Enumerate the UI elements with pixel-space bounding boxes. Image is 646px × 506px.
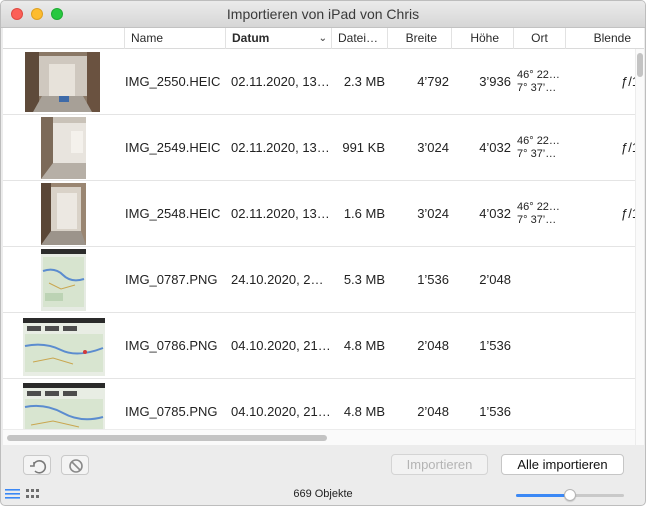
cell-aperture: [621, 313, 635, 379]
column-header-datum[interactable]: Datum ⌄: [225, 28, 331, 49]
vertical-scroll-thumb[interactable]: [637, 53, 643, 77]
cell-location-latitude: 46° 22…: [517, 201, 560, 213]
cell-name: IMG_2550.HEIC: [125, 74, 221, 89]
slider-fill: [516, 494, 570, 497]
table-row[interactable]: IMG_0786.PNG 04.10.2020, 21… 4.8 MB 2’04…: [3, 313, 635, 379]
rotate-left-icon: [30, 460, 47, 474]
cell-name: IMG_2549.HEIC: [125, 140, 221, 155]
cell-aperture: ƒ/1: [621, 140, 635, 155]
import-button[interactable]: Importieren: [391, 454, 488, 475]
cell-height: 3’936: [479, 74, 511, 89]
cell-height: 1’536: [479, 338, 511, 353]
cell-date: 02.11.2020, 13…: [231, 140, 330, 155]
cell-date: 24.10.2020, 2…: [231, 272, 324, 287]
cell-location: [517, 247, 567, 313]
cell-location: 46° 22… 7° 37’…: [517, 181, 567, 247]
cell-size: 4.8 MB: [343, 338, 385, 353]
vertical-scrollbar[interactable]: [635, 49, 644, 445]
table-row[interactable]: IMG_0787.PNG 24.10.2020, 2… 5.3 MB 1’536…: [3, 247, 635, 313]
cell-size: 1.6 MB: [343, 206, 385, 221]
delete-button[interactable]: [61, 455, 89, 475]
column-header-datum-label: Datum: [232, 31, 270, 45]
horizontal-scroll-thumb[interactable]: [7, 435, 327, 441]
cell-location-latitude: 46° 22…: [517, 69, 560, 81]
cell-size: 5.3 MB: [343, 272, 385, 287]
import-window: Importieren von iPad von Chris Name Datu…: [0, 0, 646, 506]
cell-width: 3’024: [417, 140, 449, 155]
horizontal-scrollbar[interactable]: [3, 429, 635, 445]
window-title: Importieren von iPad von Chris: [226, 6, 420, 22]
cell-name: IMG_0786.PNG: [125, 338, 218, 353]
cell-height: 4’032: [479, 140, 511, 155]
column-header-hoehe[interactable]: Höhe: [451, 28, 513, 49]
column-header-dateigroesse[interactable]: Datei…: [331, 28, 387, 49]
column-header-ort[interactable]: Ort: [513, 28, 565, 49]
column-header-blende[interactable]: Blende: [565, 28, 635, 49]
title-bar: Importieren von iPad von Chris: [1, 1, 645, 28]
rotate-button[interactable]: [23, 455, 51, 475]
cell-aperture: ƒ/1: [621, 206, 635, 221]
photo-thumbnail: [41, 183, 86, 245]
photo-thumbnail: [23, 318, 105, 376]
table-row[interactable]: IMG_2550.HEIC 02.11.2020, 13… 2.3 MB 4’7…: [3, 49, 635, 115]
slider-knob[interactable]: [564, 489, 576, 501]
cell-width: 4’792: [417, 74, 449, 89]
column-header-breite[interactable]: Breite: [387, 28, 451, 49]
cell-location-longitude: 7° 37’…: [517, 214, 557, 226]
cell-width: 3’024: [417, 206, 449, 221]
cell-aperture: ƒ/1: [621, 74, 635, 89]
cell-location-longitude: 7° 37’…: [517, 82, 557, 94]
photo-table: Name Datum ⌄ Datei… Breite Höhe Ort Blend…: [3, 28, 644, 445]
sort-chevron-down-icon: ⌄: [318, 33, 327, 44]
cell-aperture: [621, 247, 635, 313]
column-header-name[interactable]: Name: [124, 28, 225, 49]
cell-date: 04.10.2020, 21…: [231, 338, 331, 353]
cell-name: IMG_0787.PNG: [125, 272, 218, 287]
cell-height: 2’048: [479, 272, 511, 287]
table-body: IMG_2550.HEIC 02.11.2020, 13… 2.3 MB 4’7…: [3, 49, 635, 445]
cell-location: [517, 313, 567, 379]
cell-location: 46° 22… 7° 37’…: [517, 115, 567, 181]
cell-date: 02.11.2020, 13…: [231, 206, 330, 221]
import-all-button[interactable]: Alle importieren: [501, 454, 624, 475]
cell-date: 02.11.2020, 13…: [231, 74, 330, 89]
cell-height: 4’032: [479, 206, 511, 221]
cell-width: 2’048: [417, 338, 449, 353]
cell-location-latitude: 46° 22…: [517, 135, 560, 147]
table-row[interactable]: IMG_2549.HEIC 02.11.2020, 13… 991 KB 3’0…: [3, 115, 635, 181]
table-row[interactable]: IMG_2548.HEIC 02.11.2020, 13… 1.6 MB 3’0…: [3, 181, 635, 247]
cell-size: 2.3 MB: [343, 74, 385, 89]
cell-location-longitude: 7° 37’…: [517, 148, 557, 160]
table-header: Name Datum ⌄ Datei… Breite Höhe Ort Blend…: [3, 28, 644, 49]
photo-thumbnail: [41, 117, 86, 179]
no-entry-icon: [69, 459, 83, 473]
photo-thumbnail: [25, 52, 100, 112]
cell-location: 46° 22… 7° 37’…: [517, 49, 567, 115]
cell-name: IMG_2548.HEIC: [125, 206, 221, 221]
cell-width: 1’536: [417, 272, 449, 287]
cell-size: 991 KB: [342, 140, 385, 155]
photo-thumbnail: [41, 249, 86, 311]
